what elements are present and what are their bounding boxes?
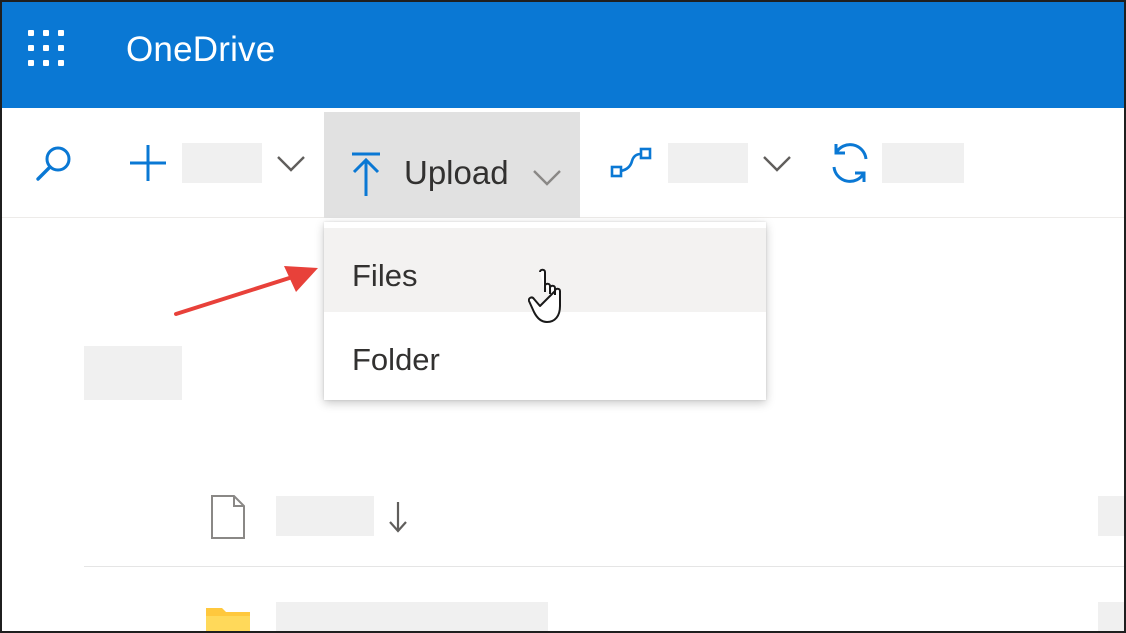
chevron-down-icon [763, 156, 791, 172]
plus-icon [130, 145, 166, 181]
upload-label: Upload [404, 154, 509, 191]
annotation-arrow-icon [174, 266, 318, 316]
sync-icon [832, 143, 868, 183]
flow-label-placeholder [668, 143, 748, 183]
sync-button[interactable] [826, 108, 966, 218]
menu-item-label: Files [352, 258, 418, 293]
new-button[interactable] [122, 108, 312, 218]
app-title[interactable]: OneDrive [126, 30, 275, 70]
flow-button[interactable] [608, 108, 798, 218]
search-icon [36, 146, 71, 181]
new-label-placeholder [182, 143, 262, 183]
flow-icon [610, 147, 652, 178]
sort-down-arrow-icon[interactable] [386, 498, 410, 538]
folder-icon[interactable] [204, 602, 252, 633]
folder-meta-placeholder [1098, 602, 1124, 631]
chevron-down-icon [277, 156, 305, 172]
sync-label-placeholder [882, 143, 964, 183]
app-header: OneDrive [2, 2, 1124, 108]
header-row-divider [84, 566, 1124, 567]
waffle-icon[interactable] [28, 30, 68, 70]
menu-item-label: Folder [352, 342, 440, 377]
upload-arrow-icon [352, 152, 380, 196]
search-button[interactable] [30, 108, 80, 218]
section-title-placeholder [84, 346, 182, 400]
folder-name-placeholder[interactable] [276, 602, 548, 631]
app-frame: OneDrive Upload Files Folder [0, 0, 1126, 633]
name-column-header-placeholder[interactable] [276, 496, 374, 536]
chevron-down-icon [533, 170, 561, 186]
file-type-icon[interactable] [208, 494, 248, 540]
hand-pointer-icon [528, 268, 561, 323]
command-bar: Upload [2, 108, 1124, 218]
upload-button[interactable]: Upload [324, 112, 580, 218]
column-header-placeholder [1098, 496, 1124, 536]
